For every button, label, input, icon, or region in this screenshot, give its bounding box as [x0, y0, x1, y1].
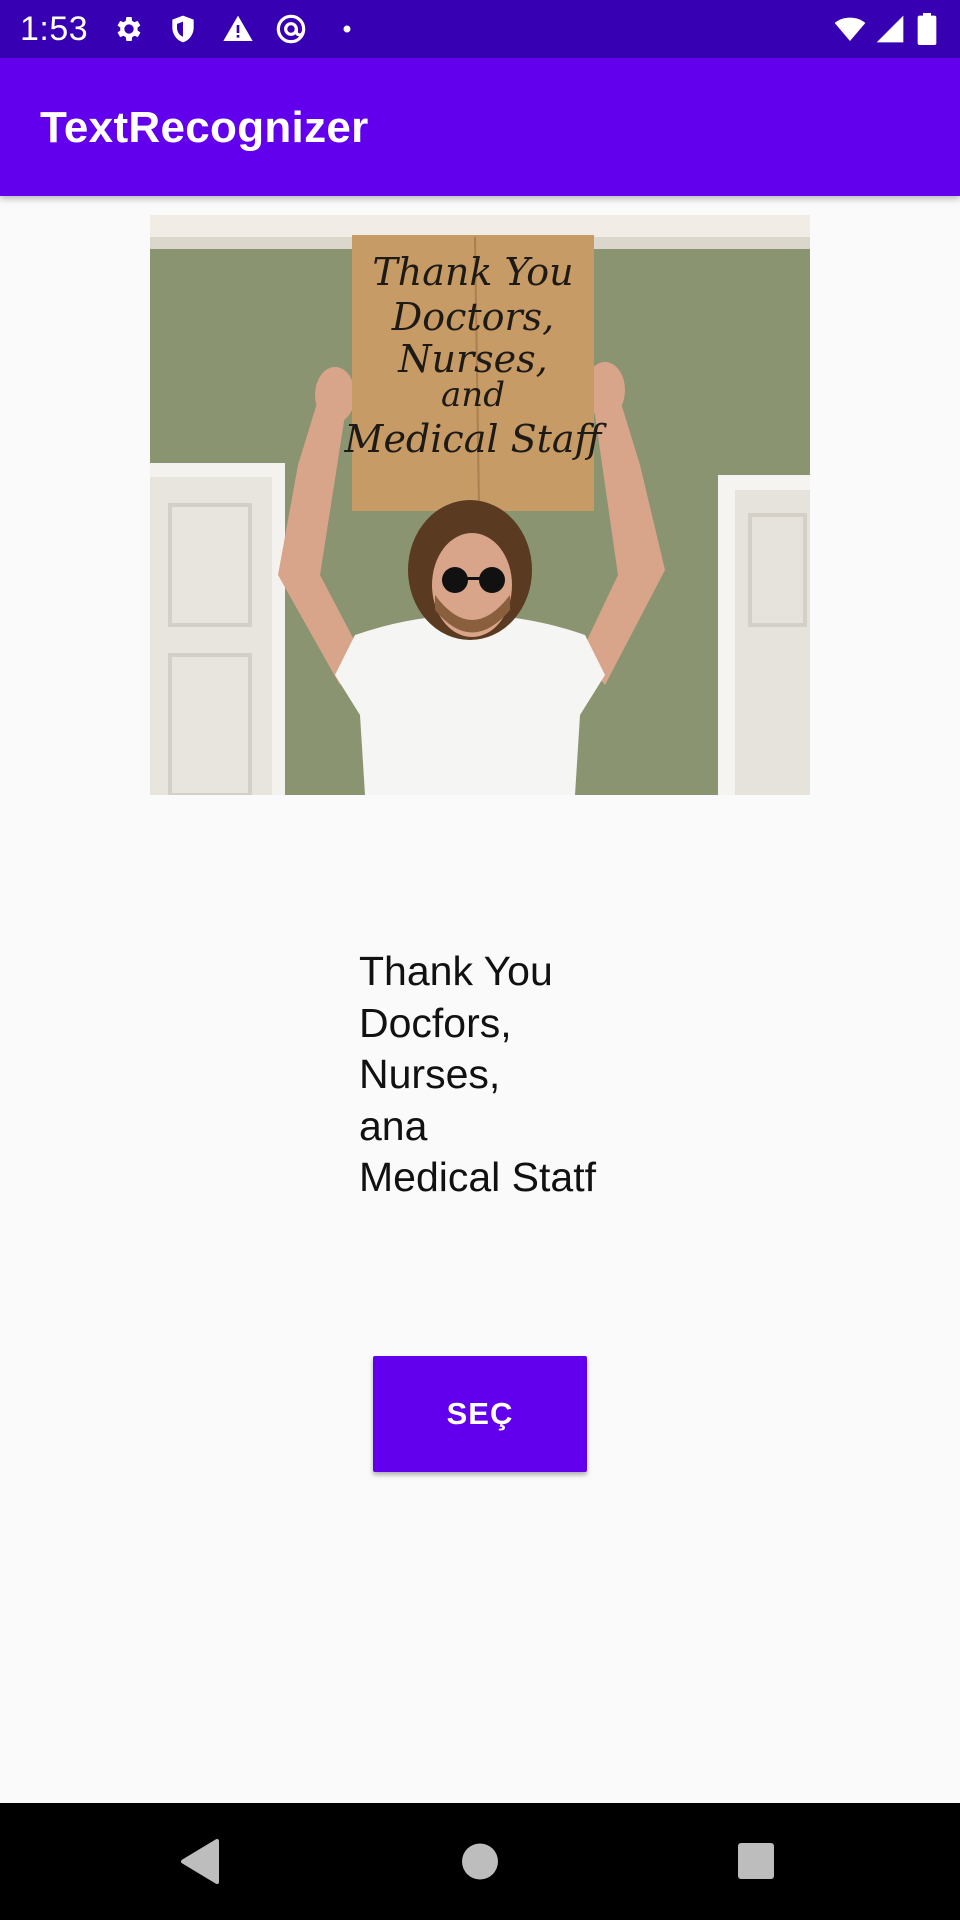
sign-line: Doctors,	[391, 295, 555, 339]
warning-icon	[223, 15, 253, 41]
status-time: 1:53	[20, 10, 89, 48]
recognized-text: Thank You Docfors, Nurses, ana Medical S…	[359, 946, 759, 1204]
navigation-bar	[0, 1803, 960, 1920]
back-icon[interactable]	[140, 1803, 260, 1920]
at-sign-icon	[276, 14, 306, 44]
recognized-text-line: Medical Statf	[359, 1154, 596, 1200]
gear-icon	[117, 17, 141, 41]
app-title: TextRecognizer	[40, 103, 369, 152]
home-icon[interactable]	[420, 1803, 540, 1920]
wifi-icon	[834, 17, 866, 41]
sign-line: Thank You	[372, 250, 573, 294]
selected-photo: Thank You Doctors, Nurses, and Medical S…	[150, 215, 810, 795]
sign-line: Medical Staff	[344, 417, 608, 461]
status-bar: 1:53	[0, 0, 960, 58]
recents-icon[interactable]	[696, 1803, 816, 1920]
shield-icon	[172, 15, 194, 43]
recognized-text-line: Thank You	[359, 948, 553, 994]
select-button[interactable]: SEÇ	[373, 1356, 587, 1472]
dot-icon	[343, 25, 351, 33]
recognized-text-line: Docfors,	[359, 999, 512, 1046]
sign-line: and	[441, 375, 505, 415]
signal-icon	[876, 15, 904, 43]
app-bar: TextRecognizer	[0, 58, 960, 196]
recognized-text-line: ana	[359, 1102, 428, 1149]
recognized-text-line: Nurses,	[359, 1051, 501, 1097]
battery-icon	[917, 13, 937, 45]
